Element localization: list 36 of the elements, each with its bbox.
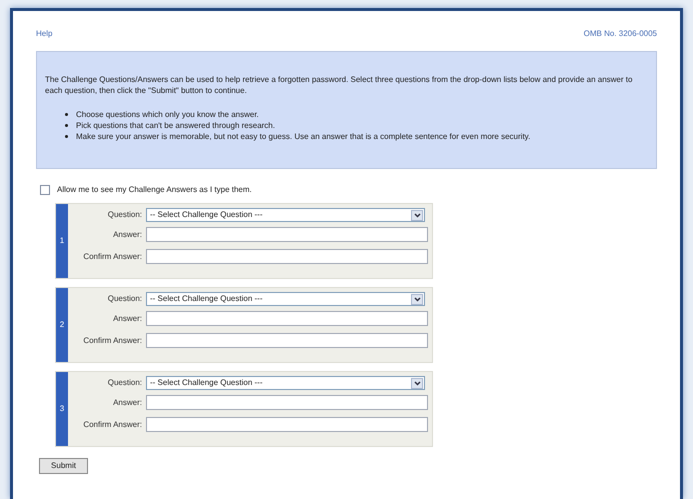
answer-label: Answer: [112, 312, 143, 324]
submit-button[interactable]: Submit [39, 458, 88, 474]
question-label: Question: [106, 293, 143, 305]
confirm-answer-field[interactable] [146, 417, 428, 432]
answer-field[interactable] [146, 311, 428, 326]
confirm-answer-label: Confirm Answer: [82, 418, 143, 430]
answer-field[interactable] [146, 395, 428, 410]
bullet-icon [65, 135, 68, 138]
show-answers-label: Allow me to see my Challenge Answers as I type them. [57, 184, 252, 196]
dropdown-icon [411, 210, 423, 220]
tip-text: Choose questions which only you know the answer. [76, 109, 259, 120]
bullet-icon [65, 124, 68, 127]
answer-label: Answer: [112, 396, 143, 408]
question-select[interactable]: -- Select Challenge Question --- [146, 376, 425, 390]
question-number: 2 [56, 288, 68, 362]
confirm-answer-label: Confirm Answer: [82, 250, 143, 262]
omb-number: OMB No. 3206-0005 [584, 28, 657, 40]
show-answers-checkbox[interactable] [40, 185, 50, 195]
question-number: 3 [56, 372, 68, 446]
tip-text: Pick questions that can't be answered through research. [76, 120, 275, 131]
dropdown-icon [411, 294, 423, 304]
help-link[interactable]: Help [36, 28, 52, 40]
question-label: Question: [106, 377, 143, 389]
answer-label: Answer: [112, 228, 143, 240]
confirm-answer-field[interactable] [146, 249, 428, 264]
confirm-answer-field[interactable] [146, 333, 428, 348]
dropdown-icon [411, 378, 423, 388]
answer-field[interactable] [146, 227, 428, 242]
tip-text: Make sure your answer is memorable, but not easy to guess. Use an answer that is a complete sentence for even more security. [76, 131, 530, 142]
question-number: 1 [56, 204, 68, 278]
question-select[interactable]: -- Select Challenge Question --- [146, 208, 425, 222]
intro-text: The Challenge Questions/Answers can be used to help retrieve a forgotten password. Select three questions from the drop-down lists below and provide an answer to each question, then click the "Submit" button to continue. [45, 74, 634, 96]
bullet-icon [65, 113, 68, 116]
question-select[interactable]: -- Select Challenge Question --- [146, 292, 425, 306]
question-label: Question: [106, 209, 143, 221]
confirm-answer-label: Confirm Answer: [82, 334, 143, 346]
